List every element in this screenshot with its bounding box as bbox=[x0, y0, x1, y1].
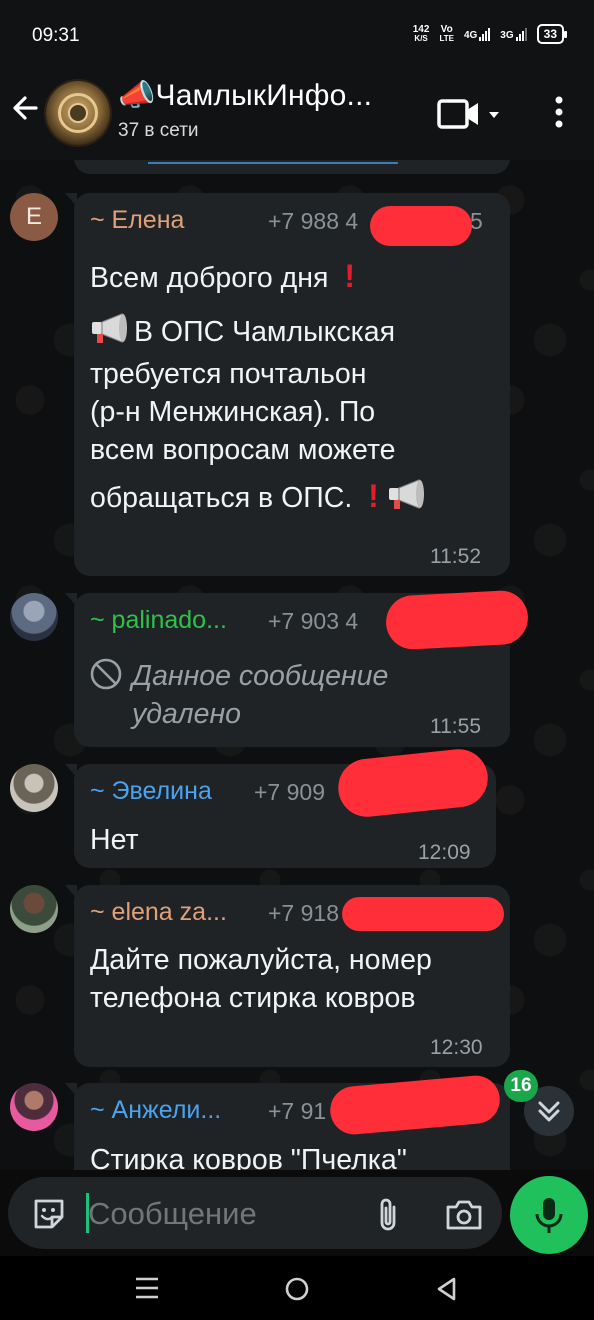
message-text: Всем доброго дня ! В ОПС Чамлыкская треб… bbox=[90, 257, 500, 521]
sender-phone: +7 988 4 bbox=[268, 208, 359, 234]
redaction-mark bbox=[328, 1073, 502, 1137]
avatar[interactable] bbox=[10, 593, 58, 641]
status-bar: 09:31 142 K/S Vo LTE 4G 3G 33 bbox=[0, 0, 594, 72]
voice-message-button[interactable] bbox=[510, 1176, 588, 1254]
message-bubble[interactable]: ~ elena za... +7 918 Дайте пожалуйста, н… bbox=[65, 885, 510, 1067]
message-text: Нет bbox=[90, 824, 139, 856]
sender-phone: +7 918 bbox=[268, 900, 339, 926]
group-avatar[interactable] bbox=[46, 81, 110, 145]
status-icons: 142 K/S Vo LTE 4G 3G 33 bbox=[412, 24, 568, 44]
avatar[interactable] bbox=[10, 764, 58, 812]
message-input-pill[interactable] bbox=[8, 1177, 502, 1249]
redaction-mark bbox=[370, 206, 472, 246]
redaction-mark bbox=[342, 897, 504, 931]
sender-name[interactable]: ~ palinado... bbox=[90, 606, 227, 635]
message-input[interactable] bbox=[88, 1196, 368, 1232]
message-text: Дайте пожалуйста, номер телефона стирка … bbox=[90, 944, 432, 1014]
video-call-icon[interactable] bbox=[436, 96, 506, 132]
message-time: 12:30 bbox=[430, 1036, 483, 1059]
message-time: 12:09 bbox=[418, 841, 471, 864]
online-count: 37 в сети bbox=[118, 120, 199, 141]
attach-icon[interactable] bbox=[370, 1195, 406, 1235]
sender-name[interactable]: ~ elena za... bbox=[90, 898, 227, 927]
status-time: 09:31 bbox=[32, 25, 80, 46]
redaction-mark bbox=[335, 746, 491, 820]
camera-icon[interactable] bbox=[444, 1197, 484, 1233]
message-bubble[interactable]: ~ Елена +7 988 4 5 Всем доброго дня ! В … bbox=[65, 193, 510, 576]
exclamation-icon: ! bbox=[368, 478, 379, 514]
deleted-message-text: Данное сообщение удалено bbox=[132, 660, 389, 730]
megaphone-icon bbox=[90, 311, 134, 355]
avatar[interactable]: E bbox=[10, 193, 58, 241]
unread-count-badge: 16 bbox=[504, 1070, 538, 1102]
sticker-icon[interactable] bbox=[30, 1195, 68, 1233]
message-bubble[interactable]: ~ palinado... +7 903 4 Данное сообщение … bbox=[65, 589, 530, 747]
recent-apps-icon[interactable] bbox=[134, 1276, 160, 1300]
sim2-signal-icon: 3G bbox=[500, 27, 527, 41]
message-list[interactable]: E ~ Елена +7 988 4 5 Всем доброго дня ! … bbox=[0, 160, 594, 1170]
microphone-icon bbox=[535, 1198, 563, 1233]
chat-title[interactable]: 📣ЧамлыкИнфо... bbox=[118, 78, 372, 113]
deleted-icon bbox=[90, 658, 122, 690]
redaction-mark bbox=[384, 589, 530, 651]
network-speed: 142 K/S bbox=[412, 24, 430, 44]
sender-phone: +7 909 bbox=[254, 779, 325, 805]
message-text: Стирка ковров "Пчелка" bbox=[90, 1144, 407, 1170]
megaphone-icon bbox=[387, 477, 431, 521]
message-time: 11:55 bbox=[430, 715, 481, 738]
composer bbox=[0, 1170, 594, 1256]
avatar[interactable] bbox=[10, 885, 58, 933]
home-icon[interactable] bbox=[284, 1276, 310, 1302]
sender-phone: +7 903 4 bbox=[268, 608, 359, 634]
system-navigation-bar bbox=[0, 1256, 594, 1320]
sender-phone: +7 91 bbox=[268, 1098, 327, 1124]
message-time: 11:52 bbox=[430, 545, 481, 568]
message-bubble[interactable]: ~ Анжели... +7 91 80 Стирка ковров "Пчел… bbox=[65, 1073, 510, 1170]
sender-name[interactable]: ~ Елена bbox=[90, 206, 184, 235]
more-vert-icon[interactable] bbox=[546, 92, 572, 132]
exclamation-icon: ! bbox=[344, 258, 355, 294]
back-nav-icon[interactable] bbox=[434, 1276, 458, 1302]
avatar[interactable] bbox=[10, 1083, 58, 1131]
message-bubble[interactable]: ~ Эвелина +7 909 0 Нет 12:09 bbox=[65, 746, 496, 868]
battery-icon: 33 bbox=[536, 24, 568, 44]
message-bubble-partial[interactable] bbox=[74, 160, 510, 174]
sender-name[interactable]: ~ Эвелина bbox=[90, 777, 212, 806]
sender-phone-suffix: 5 bbox=[470, 208, 483, 234]
sim1-signal-icon: 4G bbox=[464, 27, 491, 41]
volte-indicator: Vo LTE bbox=[439, 24, 454, 44]
back-arrow-icon[interactable] bbox=[6, 88, 46, 128]
sender-name[interactable]: ~ Анжели... bbox=[90, 1096, 221, 1125]
